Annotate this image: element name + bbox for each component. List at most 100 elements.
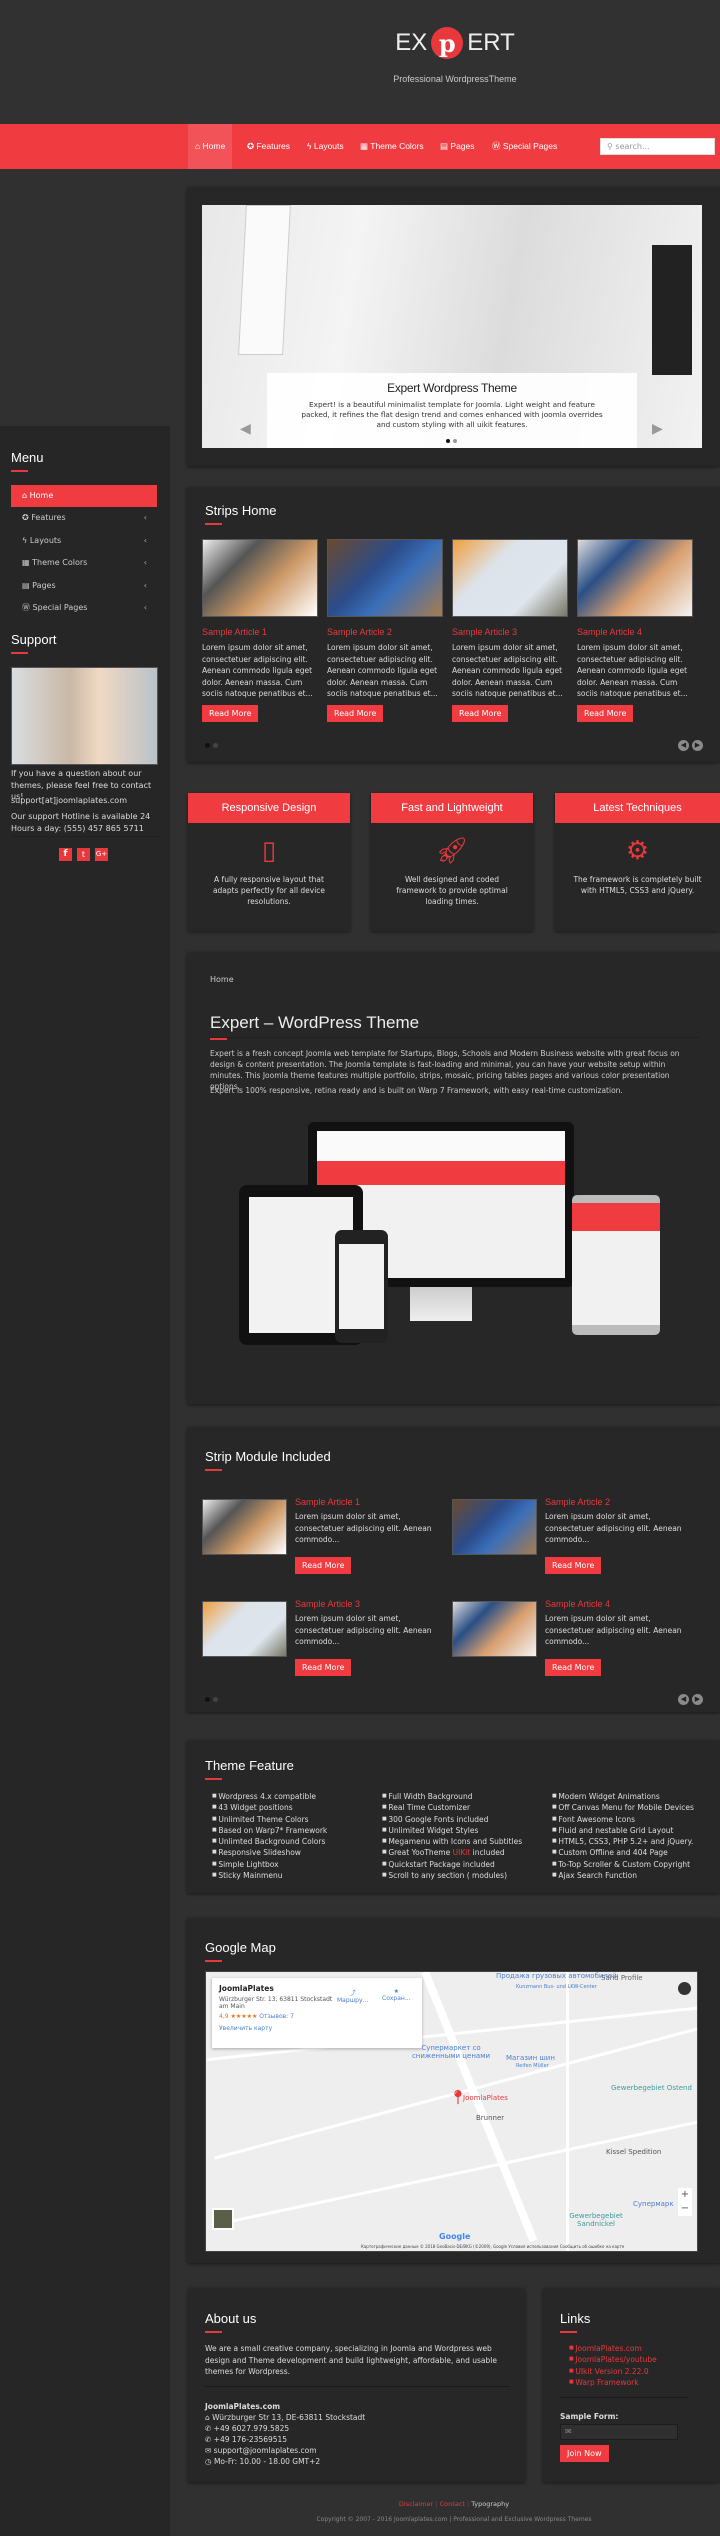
read-more-button[interactable]: Read More (545, 1557, 602, 1574)
article-thumbnail[interactable] (452, 539, 568, 617)
marker-label: JoomlaPlates (463, 2094, 508, 2102)
logo[interactable]: EX p ERT (395, 20, 515, 66)
read-more-button[interactable]: Read More (452, 705, 509, 722)
google-map[interactable]: JoomlaPlates Würzburger Str. 13, 63811 S… (205, 1971, 698, 2252)
article-thumbnail[interactable] (452, 1499, 537, 1555)
nav-theme-colors[interactable]: ▦ Theme Colors (353, 124, 431, 169)
carousel-next-icon[interactable]: ▶ (692, 1694, 703, 1705)
next-arrow-icon[interactable]: ▶ (652, 421, 663, 437)
nav-home[interactable]: ⌂ Home (188, 124, 233, 169)
sidebar-item-pages[interactable]: ▤ Pages ‹ (11, 575, 157, 597)
form-label: Sample Form: (560, 2412, 619, 2421)
footer-link-item[interactable]: JoomlaPlates.com (569, 2343, 657, 2354)
prev-arrow-icon[interactable]: ◀ (240, 421, 251, 437)
join-now-button[interactable]: Join Now (560, 2445, 609, 2462)
map-label: Магазин шин (506, 2054, 555, 2062)
search-input[interactable]: ⚲ search... (600, 138, 715, 155)
sidebar-item-theme-colors[interactable]: ▦ Theme Colors ‹ (11, 552, 157, 574)
support-email[interactable]: support[at]joomlaplates.com (11, 795, 127, 807)
footer-link-item[interactable]: JoomlaPlates/youtube (569, 2354, 656, 2365)
chevron-left-icon[interactable]: ‹ (144, 597, 147, 619)
carousel-dots[interactable] (205, 743, 218, 748)
article-thumbnail[interactable] (577, 539, 693, 617)
footer-link-item[interactable]: UIkit Version 2.22.0 (569, 2366, 657, 2377)
chevron-left-icon[interactable]: ‹ (144, 575, 147, 597)
article-thumbnail[interactable] (327, 539, 443, 617)
support-agent-image (11, 667, 158, 765)
feature-list-1: Wordpress 4.x compatible 43 Widget positi… (212, 1791, 327, 1881)
read-more-button[interactable]: Read More (327, 705, 384, 722)
map-attribution[interactable]: Картографические данные © 2018 GeoBasis-… (361, 2244, 624, 2249)
article-title[interactable]: Sample Article 2 (327, 627, 392, 637)
footer-link-item[interactable]: Warp Framework (569, 2377, 657, 2388)
feature-text: Ajax Search Function (558, 1871, 638, 1881)
article-title[interactable]: Sample Article 3 (452, 627, 517, 637)
link-text[interactable]: JoomlaPlates/youtube (575, 2355, 656, 2364)
pegman-icon[interactable] (678, 1982, 691, 1995)
nav-special-pages[interactable]: Ⓦ Special Pages (485, 124, 564, 169)
email[interactable]: ✉ support@joomlaplates.com (205, 2445, 317, 2457)
article-title[interactable]: Sample Article 3 (295, 1599, 360, 1609)
chevron-left-icon[interactable]: ‹ (144, 507, 147, 529)
nav-features[interactable]: ✪ Features (240, 124, 297, 169)
facebook-icon[interactable]: f (59, 848, 72, 861)
article-title[interactable]: Sample Article 4 (545, 1599, 610, 1609)
sidebar-item-features[interactable]: ✪ Features ‹ (11, 507, 157, 529)
read-more-button[interactable]: Read More (295, 1659, 352, 1676)
slideshow-panel: Expert Wordpress Theme Expert! is a beau… (187, 187, 720, 466)
slide-dot[interactable] (446, 439, 450, 443)
carousel-prev-icon[interactable]: ◀ (678, 740, 689, 751)
article-thumbnail[interactable] (202, 1601, 287, 1657)
slide-dots[interactable] (446, 439, 457, 443)
chevron-left-icon[interactable]: ‹ (144, 530, 147, 552)
sidebar-item-layouts[interactable]: ϟ Layouts ‹ (11, 530, 157, 552)
nav-pages[interactable]: ▤ Pages (433, 124, 482, 169)
sidebar-item-special-pages[interactable]: Ⓦ Special Pages ‹ (11, 597, 157, 619)
carousel-prev-icon[interactable]: ◀ (678, 1694, 689, 1705)
article-title[interactable]: Sample Article 1 (295, 1497, 360, 1507)
read-more-button[interactable]: Read More (295, 1557, 352, 1574)
carousel-dot[interactable] (213, 743, 218, 748)
read-more-button[interactable]: Read More (577, 705, 634, 722)
link-text[interactable]: JoomlaPlates.com (575, 2344, 641, 2353)
zoom-out-icon[interactable]: − (678, 2202, 692, 2216)
twitter-icon[interactable]: t (77, 848, 90, 861)
nav-layouts[interactable]: ϟ Layouts (300, 124, 351, 169)
phone-text: +49 176-23569515 (213, 2435, 288, 2444)
map-road (566, 1972, 569, 2251)
zoom-controls[interactable]: + − (678, 2188, 692, 2216)
breadcrumb[interactable]: Home (210, 974, 234, 986)
chevron-left-icon[interactable]: ‹ (144, 552, 147, 574)
uikit-link[interactable]: UIKit (453, 1848, 471, 1857)
feature-list-item: Font Awesome Icons (552, 1814, 694, 1825)
article-title[interactable]: Sample Article 4 (577, 627, 642, 637)
article-thumbnail[interactable] (202, 539, 318, 617)
sidebar-item-home[interactable]: ⌂ Home (11, 485, 157, 507)
slide-dot[interactable] (453, 439, 457, 443)
zoom-in-icon[interactable]: + (678, 2188, 692, 2202)
article-title[interactable]: Sample Article 2 (545, 1497, 610, 1507)
carousel-dots[interactable] (205, 1697, 218, 1702)
directions-button[interactable]: ⤴ Маршру... (337, 1988, 368, 2004)
carousel-dot[interactable] (213, 1697, 218, 1702)
carousel-next-icon[interactable]: ▶ (692, 740, 703, 751)
footer-link-disclaimer[interactable]: Disclaimer (399, 2500, 433, 2508)
carousel-dot[interactable] (205, 743, 210, 748)
feature-list-item: Great YooTheme UIKit included (382, 1847, 522, 1858)
reviews-link[interactable]: Отзывов: 7 (259, 2013, 294, 2020)
save-button[interactable]: ★ Сохран... (382, 1988, 411, 2002)
link-text[interactable]: UIkit Version 2.22.0 (575, 2367, 648, 2376)
read-more-button[interactable]: Read More (545, 1659, 602, 1676)
article-thumbnail[interactable] (202, 1499, 287, 1555)
enlarge-map-link[interactable]: Увеличить карту (219, 2025, 415, 2032)
satellite-toggle[interactable] (212, 2208, 234, 2230)
article-thumbnail[interactable] (452, 1601, 537, 1657)
footer-link-typography[interactable]: Typography (471, 2500, 509, 2508)
email-field[interactable]: ✉ (560, 2424, 678, 2440)
google-plus-icon[interactable]: G+ (95, 848, 108, 861)
read-more-button[interactable]: Read More (202, 705, 259, 722)
carousel-dot[interactable] (205, 1697, 210, 1702)
article-title[interactable]: Sample Article 1 (202, 627, 267, 637)
footer-link-contact[interactable]: Contact (440, 2500, 465, 2508)
link-text[interactable]: Warp Framework (575, 2378, 638, 2387)
